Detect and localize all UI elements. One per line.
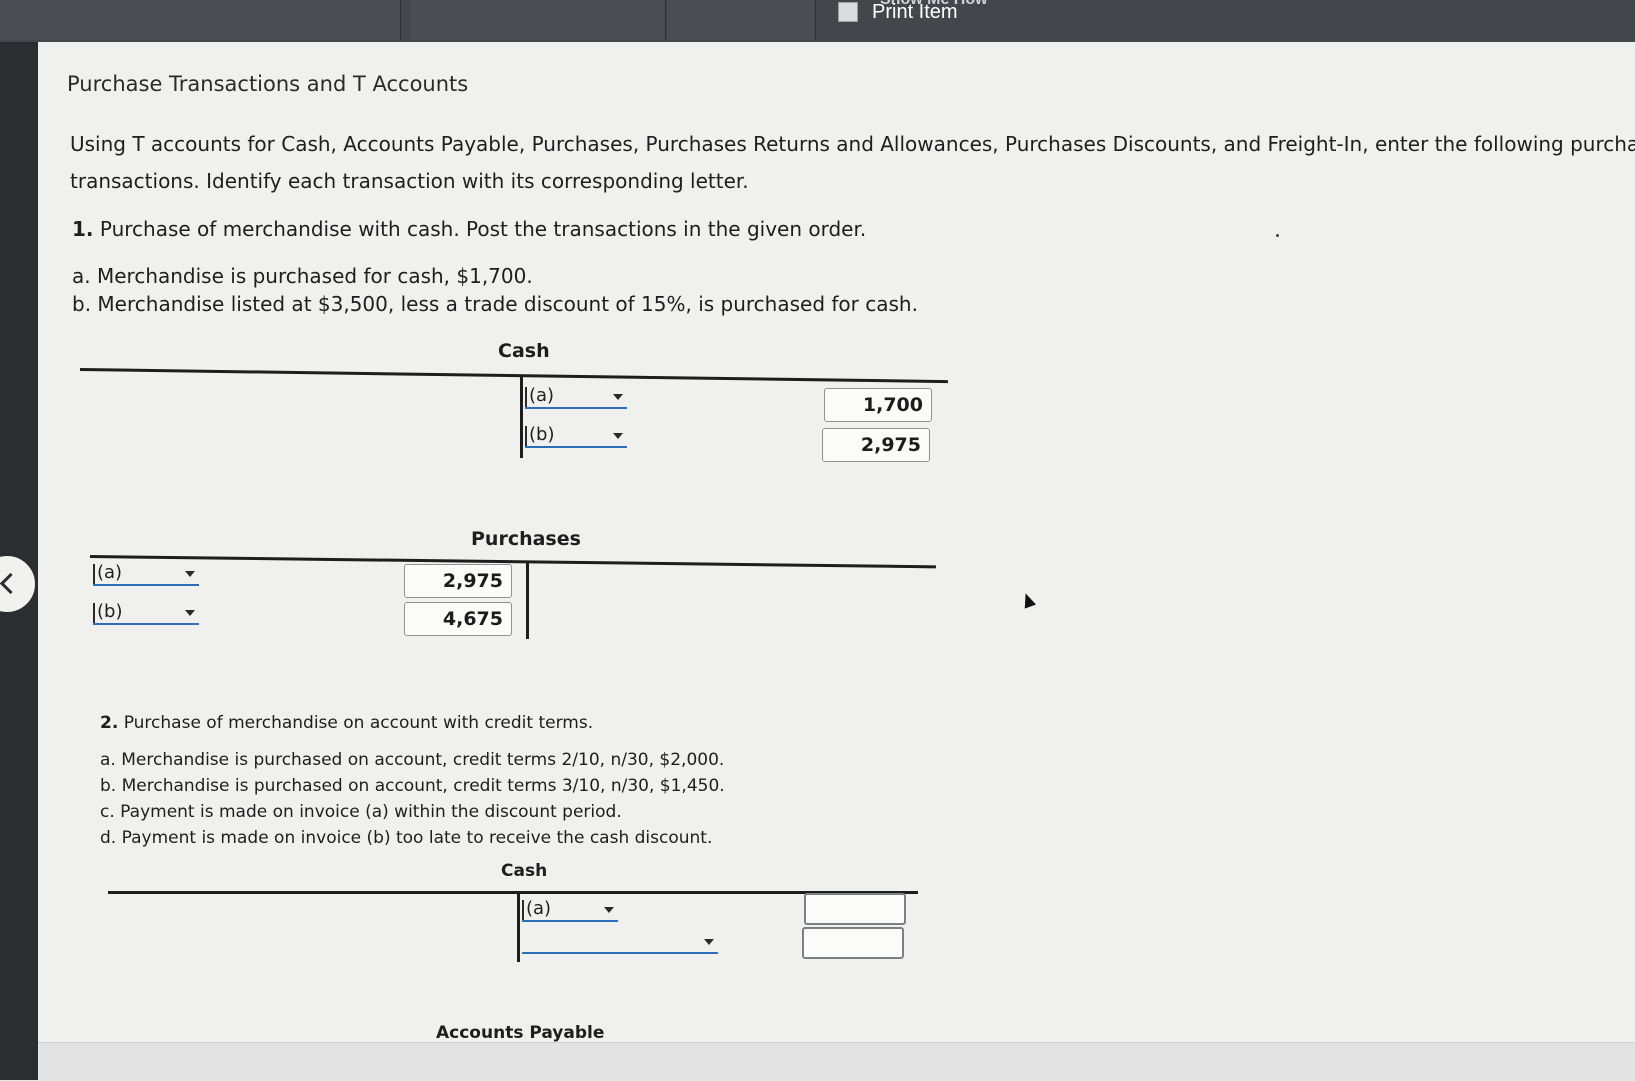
cash2-credit-b-amount[interactable] (802, 927, 904, 959)
chevron-left-icon (0, 572, 22, 595)
top-toolbar: Show Me How Print Item (0, 0, 1635, 43)
item-letter: d. (100, 828, 117, 848)
purchases-debit-b-dropdown[interactable]: (b) (93, 601, 199, 625)
purchases-debit-b-amount[interactable] (404, 602, 512, 636)
bottom-strip (38, 1042, 1635, 1081)
cash2-credit-a-amount[interactable] (804, 893, 906, 925)
item-text: Payment is made on invoice (a) within th… (120, 802, 622, 822)
item-text: Payment is made on invoice (b) too late … (121, 828, 713, 848)
question-2-item-c: c. Payment is made on invoice (a) within… (100, 802, 622, 822)
instructions-line-1: Using T accounts for Cash, Accounts Paya… (70, 132, 1635, 156)
toolbar-segment (667, 0, 816, 40)
question-2: 2. Purchase of merchandise on account wi… (100, 713, 593, 733)
item-letter: a. (72, 264, 91, 288)
toolbar-segment (0, 0, 401, 40)
question-2-item-b: b. Merchandise is purchased on account, … (100, 776, 725, 796)
question-1-item-b: b. Merchandise listed at $3,500, less a … (72, 292, 918, 316)
accounts-payable-title: Accounts Payable (436, 1023, 605, 1043)
dropdown-arrow-icon (613, 394, 623, 400)
print-item-label: Print Item (872, 0, 958, 23)
page-title: Purchase Transactions and T Accounts (67, 72, 469, 96)
purchases-debit-a-dropdown[interactable]: (a) (93, 562, 199, 586)
cash-account-2-divider (517, 894, 520, 962)
purchases-debit-a-amount[interactable] (404, 564, 512, 598)
cash-credit-a-dropdown[interactable]: (a) (525, 385, 627, 409)
item-text: Merchandise is purchased for cash, $1,70… (96, 264, 533, 288)
question-text: Purchase of merchandise on account with … (123, 713, 594, 733)
collapse-tab[interactable] (0, 553, 38, 615)
cash-account-divider (520, 376, 523, 458)
cash-credit-a-amount[interactable] (824, 388, 932, 422)
mouse-pointer-icon (1019, 591, 1037, 609)
question-number: 2. (100, 713, 119, 733)
show-me-how-button[interactable]: Show Me How (410, 0, 988, 40)
question-2-item-d: d. Payment is made on invoice (b) too la… (100, 828, 712, 848)
item-text: Merchandise is purchased on account, cre… (121, 776, 725, 796)
print-item-button[interactable]: Print Item (838, 0, 958, 24)
dropdown-arrow-icon (704, 939, 714, 945)
item-letter: b. (72, 292, 92, 316)
item-text: Merchandise is purchased on account, cre… (121, 750, 725, 770)
cash2-credit-a-dropdown[interactable]: (a) (522, 898, 618, 922)
item-letter: c. (100, 802, 115, 822)
item-letter: a. (100, 750, 116, 770)
cash-credit-b-amount[interactable] (822, 428, 930, 462)
cash-account-title: Cash (498, 340, 550, 362)
purchases-account-top-line (89, 555, 936, 569)
instructions-line-2: transactions. Identify each transaction … (70, 169, 749, 193)
cash-credit-b-dropdown[interactable]: (b) (525, 424, 627, 448)
purchases-account-title: Purchases (471, 528, 581, 550)
cash-account-top-line (79, 368, 948, 384)
cash2-credit-b-dropdown[interactable] (522, 932, 718, 954)
stray-dot (1276, 234, 1279, 237)
question-1: 1. Purchase of merchandise with cash. Po… (72, 217, 866, 241)
question-number: 1. (72, 217, 94, 241)
item-text: Merchandise listed at $3,500, less a tra… (97, 292, 918, 316)
item-letter: b. (100, 776, 117, 796)
instructions: Using T accounts for Cash, Accounts Paya… (70, 126, 1635, 200)
print-icon (838, 2, 858, 22)
question-2-item-a: a. Merchandise is purchased on account, … (100, 750, 724, 770)
dropdown-arrow-icon (613, 433, 623, 439)
left-rail (0, 42, 38, 1080)
content-panel: Purchase Transactions and T Accounts Usi… (38, 42, 1635, 1043)
dropdown-arrow-icon (185, 610, 195, 616)
question-1-item-a: a. Merchandise is purchased for cash, $1… (72, 264, 533, 288)
cash-account-2-title: Cash (501, 861, 548, 881)
cash-account-2-top-line (108, 891, 918, 894)
purchases-account-divider (526, 563, 529, 639)
dropdown-arrow-icon (185, 571, 195, 577)
question-text: Purchase of merchandise with cash. Post … (99, 217, 867, 241)
dropdown-arrow-icon (604, 907, 614, 913)
